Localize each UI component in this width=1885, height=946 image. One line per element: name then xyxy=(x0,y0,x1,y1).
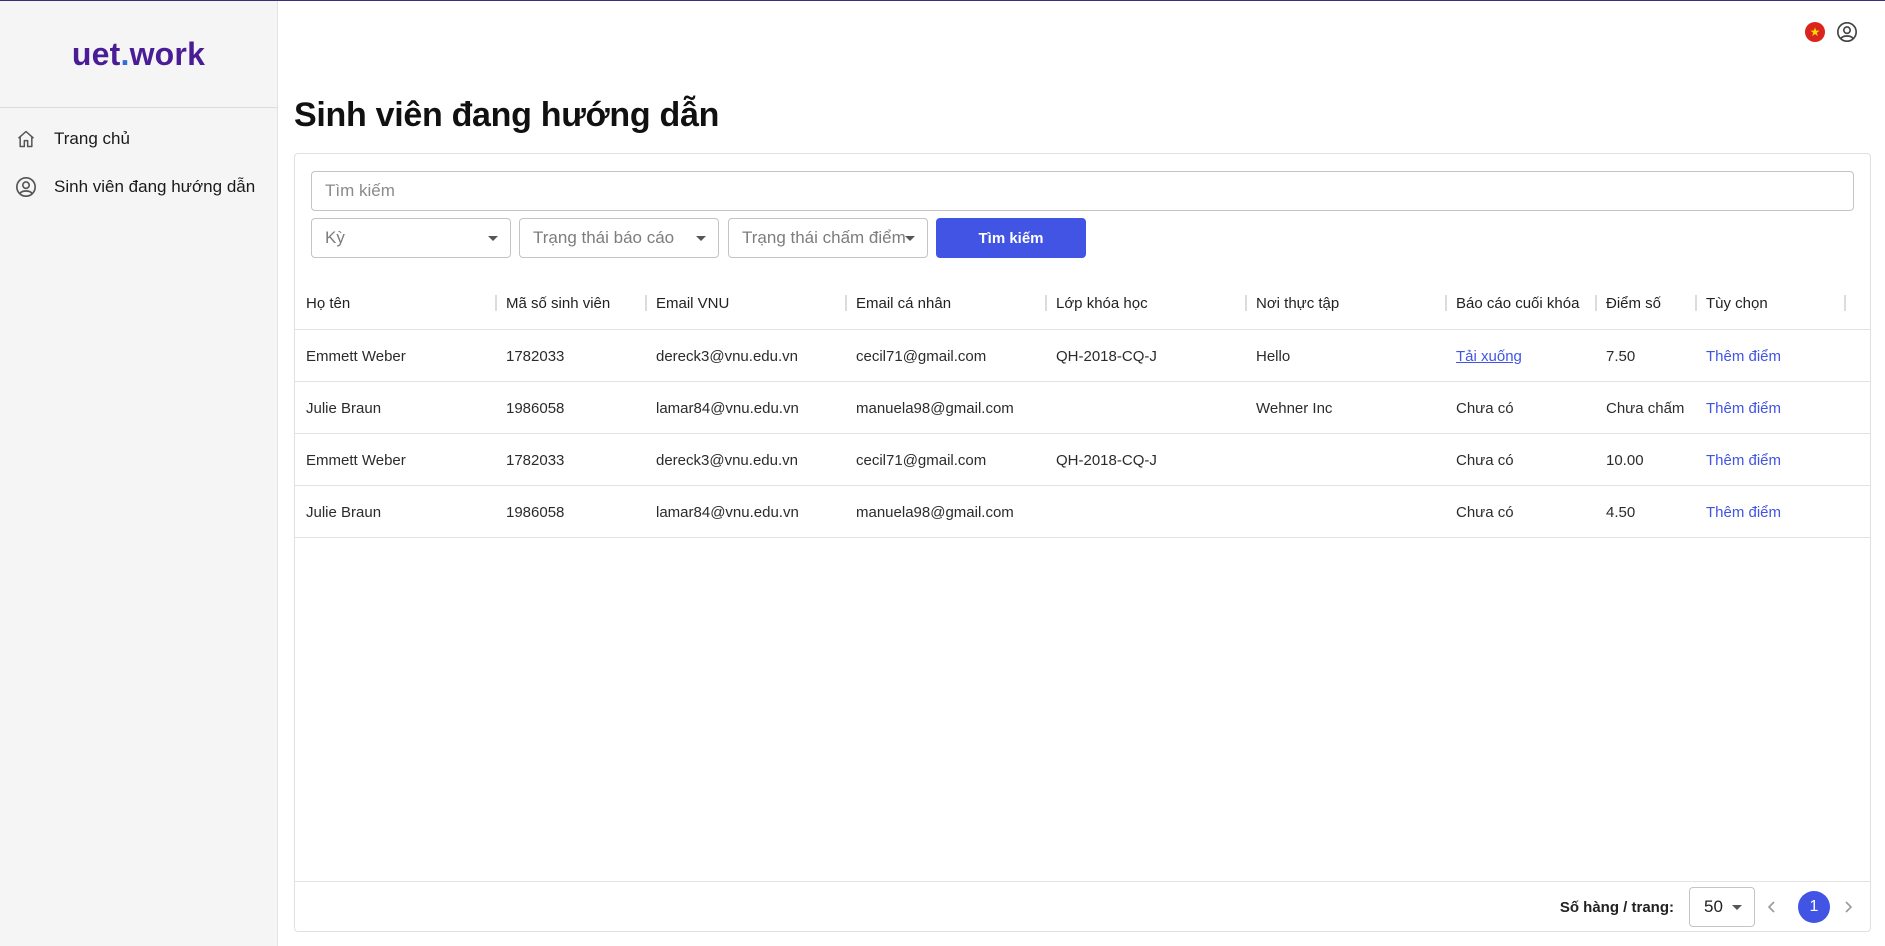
column-header-email-vnu[interactable]: Email VNU xyxy=(656,276,729,330)
term-select-placeholder: Kỳ xyxy=(325,228,345,247)
cell-score: 7.50 xyxy=(1606,347,1636,365)
previous-page-button[interactable] xyxy=(1762,894,1782,920)
chevron-down-icon xyxy=(488,236,498,241)
cell-internship: Wehner Inc xyxy=(1256,399,1333,417)
cell-student-id: 1782033 xyxy=(506,347,565,365)
cell-email-vnu: lamar84@vnu.edu.vn xyxy=(656,503,799,521)
cell-class: QH-2018-CQ-J xyxy=(1056,451,1157,469)
column-separator[interactable] xyxy=(845,295,847,311)
sidebar: uet. work Trang chủ Sinh viên đang hướng … xyxy=(0,1,278,946)
search-button[interactable]: Tìm kiếm xyxy=(936,218,1086,258)
chevron-left-icon xyxy=(1767,901,1775,913)
column-header-class[interactable]: Lớp khóa học xyxy=(1056,276,1148,330)
table-row[interactable]: Julie Braun 1986058 lamar84@vnu.edu.vn m… xyxy=(295,382,1870,434)
cell-internship: Hello xyxy=(1256,347,1291,365)
top-right-actions: ★ xyxy=(1805,20,1859,44)
table-pagination: Số hàng / trang: 50 1 xyxy=(295,881,1870,931)
cell-email-personal: cecil71@gmail.com xyxy=(856,347,987,365)
logo-text-right: work xyxy=(129,35,206,72)
cell-email-vnu: dereck3@vnu.edu.vn xyxy=(656,451,798,469)
cell-student-id: 1986058 xyxy=(506,503,565,521)
column-header-email-personal[interactable]: Email cá nhân xyxy=(856,276,951,330)
rows-per-page-select[interactable]: 50 xyxy=(1689,887,1755,927)
add-score-button[interactable]: Thêm điểm xyxy=(1706,382,1781,434)
chevron-down-icon xyxy=(696,236,706,241)
grading-status-placeholder: Trạng thái chấm điểm xyxy=(742,228,906,247)
page-button[interactable]: 1 xyxy=(1798,891,1830,923)
cell-email-vnu: dereck3@vnu.edu.vn xyxy=(656,347,798,365)
cell-score: 4.50 xyxy=(1606,503,1636,521)
students-card: Kỳ Trạng thái báo cáo Trạng thái chấm đi… xyxy=(294,153,1871,932)
cell-name: Julie Braun xyxy=(306,503,382,521)
column-separator[interactable] xyxy=(1045,295,1047,311)
cell-email-personal: manuela98@gmail.com xyxy=(856,503,1014,521)
column-separator[interactable] xyxy=(1445,295,1447,311)
report-status-select[interactable]: Trạng thái báo cáo xyxy=(519,218,719,258)
app-logo[interactable]: uet. work xyxy=(0,1,277,108)
page-title: Sinh viên đang hướng dẫn xyxy=(294,96,720,134)
vietnam-flag-icon[interactable]: ★ xyxy=(1805,22,1825,42)
search-input[interactable] xyxy=(311,171,1854,211)
chevron-right-icon xyxy=(1845,901,1853,913)
table-header: Họ tên Mã số sinh viên Email VNU Email c… xyxy=(295,276,1870,330)
report-status-placeholder: Trạng thái báo cáo xyxy=(533,228,675,247)
column-header-student-id[interactable]: Mã số sinh viên xyxy=(506,276,610,330)
chevron-down-icon xyxy=(905,236,915,241)
account-icon[interactable] xyxy=(1835,20,1859,44)
column-separator[interactable] xyxy=(1595,295,1597,311)
next-page-button[interactable] xyxy=(1838,894,1858,920)
cell-name: Emmett Weber xyxy=(306,451,406,469)
students-table: Họ tên Mã số sinh viên Email VNU Email c… xyxy=(295,276,1870,538)
cell-report: Chưa có xyxy=(1456,451,1514,469)
cell-report: Chưa có xyxy=(1456,399,1514,417)
column-separator[interactable] xyxy=(495,295,497,311)
cell-name: Julie Braun xyxy=(306,399,382,417)
term-select[interactable]: Kỳ xyxy=(311,218,511,258)
download-report-link[interactable]: Tải xuống xyxy=(1456,330,1522,382)
rows-per-page-label: Số hàng / trang: xyxy=(1559,898,1674,916)
grading-status-select[interactable]: Trạng thái chấm điểm xyxy=(728,218,928,258)
rows-per-page-value: 50 xyxy=(1704,897,1723,916)
sidebar-item-students[interactable]: Sinh viên đang hướng dẫn xyxy=(0,163,277,211)
table-row[interactable]: Julie Braun 1986058 lamar84@vnu.edu.vn m… xyxy=(295,486,1870,538)
add-score-button[interactable]: Thêm điểm xyxy=(1706,486,1781,538)
cell-email-personal: cecil71@gmail.com xyxy=(856,451,987,469)
cell-report: Chưa có xyxy=(1456,503,1514,521)
column-separator[interactable] xyxy=(645,295,647,311)
column-separator[interactable] xyxy=(1245,295,1247,311)
home-icon xyxy=(14,127,38,151)
cell-student-id: 1782033 xyxy=(506,451,565,469)
column-separator[interactable] xyxy=(1695,295,1697,311)
user-circle-icon xyxy=(14,175,38,199)
column-header-internship[interactable]: Nơi thực tập xyxy=(1256,276,1339,330)
add-score-button[interactable]: Thêm điểm xyxy=(1706,434,1781,486)
cell-name: Emmett Weber xyxy=(306,347,406,365)
column-separator[interactable] xyxy=(1844,295,1846,311)
column-header-name[interactable]: Họ tên xyxy=(306,276,350,330)
column-header-options[interactable]: Tùy chọn xyxy=(1706,276,1768,330)
column-header-report[interactable]: Báo cáo cuối khóa xyxy=(1456,276,1579,330)
cell-score: 10.00 xyxy=(1606,451,1644,469)
cell-class: QH-2018-CQ-J xyxy=(1056,347,1157,365)
logo-dot: . xyxy=(120,35,130,72)
sidebar-item-label: Trang chủ xyxy=(54,129,130,148)
chevron-down-icon xyxy=(1732,905,1742,910)
sidebar-item-home[interactable]: Trang chủ xyxy=(0,115,277,163)
column-header-score[interactable]: Điểm số xyxy=(1606,276,1661,330)
top-border xyxy=(0,0,1885,1)
logo-text-left: uet xyxy=(71,35,121,72)
cell-student-id: 1986058 xyxy=(506,399,565,417)
table-row[interactable]: Emmett Weber 1782033 dereck3@vnu.edu.vn … xyxy=(295,434,1870,486)
sidebar-item-label: Sinh viên đang hướng dẫn xyxy=(54,177,256,196)
cell-score: Chưa chấm xyxy=(1606,399,1685,417)
add-score-button[interactable]: Thêm điểm xyxy=(1706,330,1781,382)
cell-email-vnu: lamar84@vnu.edu.vn xyxy=(656,399,799,417)
sidebar-nav: Trang chủ Sinh viên đang hướng dẫn xyxy=(0,108,277,211)
cell-email-personal: manuela98@gmail.com xyxy=(856,399,1014,417)
table-row[interactable]: Emmett Weber 1782033 dereck3@vnu.edu.vn … xyxy=(295,330,1870,382)
